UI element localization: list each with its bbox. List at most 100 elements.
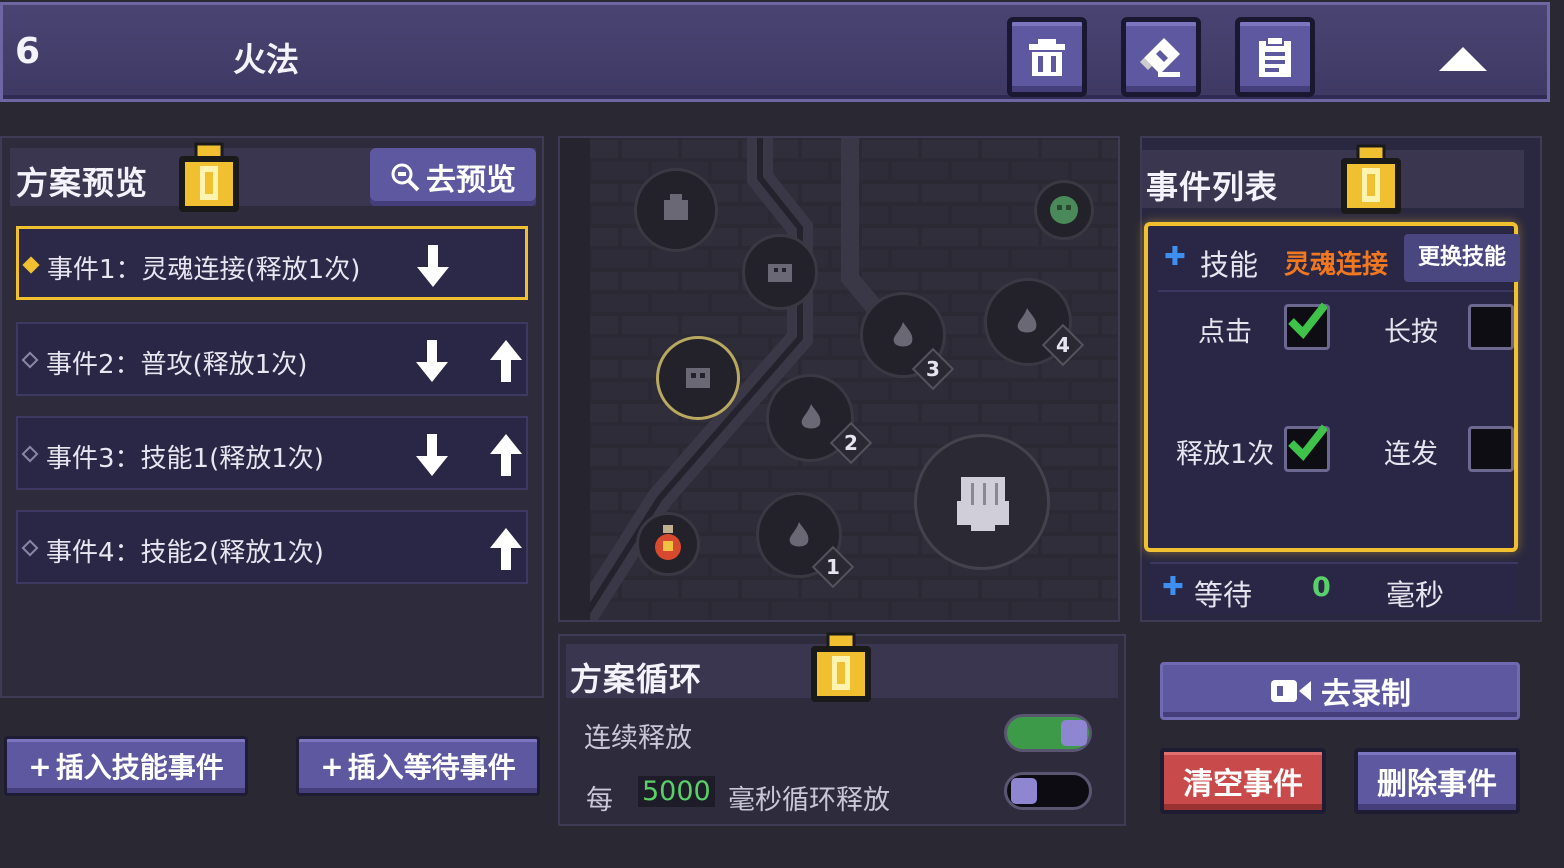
diamond-marker-icon [21,445,39,463]
skill-label: 技能 [1200,248,1259,282]
checkmark-icon [1288,302,1327,340]
attack-button [914,434,1050,570]
clipboard-icon [1259,36,1291,77]
click-label: 点击 [1198,317,1252,348]
event-label: 事件1：灵魂连接(释放1次) [47,255,361,285]
long-press-label: 长按 [1384,317,1438,348]
move-down-icon[interactable] [412,338,452,384]
insert-wait-event-label: 插入等待事件 [347,751,516,784]
interval-prefix: 每 [586,785,613,816]
event-row-1[interactable]: 事件1：灵魂连接(释放1次) [16,226,528,300]
plan-loop-title: 方案循环 [570,660,703,698]
event-list-header: 事件列表 [1142,144,1524,214]
event-row-2[interactable]: 事件2：普攻(释放1次) [16,322,528,396]
trash-icon [1029,39,1065,76]
fist-icon [957,477,1009,531]
burst-label: 连发 [1384,439,1438,470]
wait-row: ✚ 等待 0 毫秒 [1150,562,1518,614]
flame-icon [789,522,809,547]
release-mode-row: 释放1次 连发 [1158,420,1514,482]
plan-name[interactable]: 火法 [233,33,299,81]
selected-marker-icon [22,256,40,274]
release-once-checkbox[interactable] [1284,424,1330,472]
plan-slot-number: 6 [15,31,41,72]
potion-icon [655,525,681,560]
go-preview-button[interactable]: 去预览 [370,148,536,206]
move-down-icon[interactable] [412,432,452,478]
paste-plan-button[interactable] [1235,17,1315,97]
flame-icon [801,404,821,429]
event-row-4[interactable]: 事件4：技能2(释放1次) [16,510,528,584]
move-up-icon[interactable] [486,338,526,384]
clear-plan-button[interactable] [1121,17,1201,97]
move-down-icon[interactable] [413,243,453,289]
event-row-3[interactable]: 事件3：技能1(释放1次) [16,416,528,490]
interval-value-input[interactable]: 5000 [638,776,715,807]
plan-loop-header: 方案循环 [566,632,1118,702]
event-label: 事件2：普攻(释放1次) [46,350,308,380]
wait-unit: 毫秒 [1386,578,1445,612]
plan-preview-title: 方案预览 [16,164,149,202]
insert-skill-event-button[interactable]: + 插入技能事件 [4,736,248,796]
record-icon [1271,680,1311,702]
delete-event-button[interactable]: 删除事件 [1354,748,1520,814]
interval-suffix: 毫秒循环释放 [728,785,890,816]
insert-skill-event-label: 插入技能事件 [55,751,224,784]
magnifier-icon [391,163,420,192]
toggle-knob [1011,778,1037,804]
lock-icon[interactable] [1338,144,1404,216]
selected-event-detail: ✚ 技能 灵魂连接 更换技能 点击 长按 释放1次 连发 [1144,222,1520,552]
checkmark-icon [1288,424,1327,462]
plus-icon: + [320,749,344,783]
burst-checkbox[interactable] [1468,426,1514,472]
event-list-title: 事件列表 [1146,168,1279,206]
armor-icon [664,194,688,220]
skill-layout-preview: 1 2 3 4 [558,136,1120,622]
wait-label: 等待 [1194,578,1253,612]
delete-plan-button[interactable] [1007,17,1087,97]
continuous-release-label: 连续释放 [584,723,692,754]
event-list-panel: 事件列表 ✚ 技能 灵魂连接 更换技能 点击 长按 释放1次 连发 ✚ 等待 0… [1140,136,1542,622]
lock-icon[interactable] [176,142,242,214]
pot-icon [768,264,792,282]
diamond-marker-icon [21,351,39,369]
skill-row: ✚ 技能 灵魂连接 更换技能 [1158,230,1520,292]
trigger-row: 点击 长按 [1158,298,1514,360]
lock-icon[interactable] [808,632,874,704]
change-skill-button[interactable]: 更换技能 [1404,234,1520,282]
release-once-label: 释放1次 [1176,439,1275,470]
eraser-icon [1140,38,1180,77]
click-checkbox[interactable] [1284,302,1330,350]
ghost-icon [1050,196,1078,224]
flame-icon [1017,308,1037,333]
interval-loop-toggle[interactable] [1004,772,1092,810]
toggle-knob [1061,720,1087,746]
go-preview-label: 去预览 [426,163,516,198]
continuous-release-toggle[interactable] [1004,714,1092,752]
skill-name: 灵魂连接 [1284,250,1389,280]
plus-icon: + [28,749,52,783]
flame-icon [893,322,913,347]
collapse-triangle-icon [1439,47,1487,71]
wait-value-input[interactable]: 0 [1312,572,1331,603]
clear-events-button[interactable]: 清空事件 [1160,748,1326,814]
plan-loop-panel: 方案循环 连续释放 每 5000 毫秒循环释放 [558,632,1126,826]
go-record-button[interactable]: 去录制 [1160,662,1520,720]
plus-icon: ✚ [1164,242,1186,272]
long-press-checkbox[interactable] [1468,304,1514,350]
plan-preview-panel: 方案预览 去预览 事件1：灵魂连接(释放1次) 事件2：普攻(释放1次) 事件3… [0,136,544,698]
plan-preview-header: 方案预览 去预览 [10,142,536,212]
insert-wait-event-button[interactable]: + 插入等待事件 [296,736,540,796]
plus-icon: ✚ [1162,572,1184,602]
plan-header: 6 火法 [0,2,1550,102]
event-label: 事件4：技能2(释放1次) [46,538,324,568]
soul-link-icon [686,368,710,388]
potion-slot [636,512,700,576]
go-record-label: 去录制 [1321,677,1411,712]
move-up-icon[interactable] [486,432,526,478]
collapse-button[interactable] [1433,45,1493,81]
move-up-icon[interactable] [486,526,526,572]
event-label: 事件3：技能1(释放1次) [46,444,324,474]
skill-slot-ghost [1034,180,1094,240]
diamond-marker-icon [21,539,39,557]
